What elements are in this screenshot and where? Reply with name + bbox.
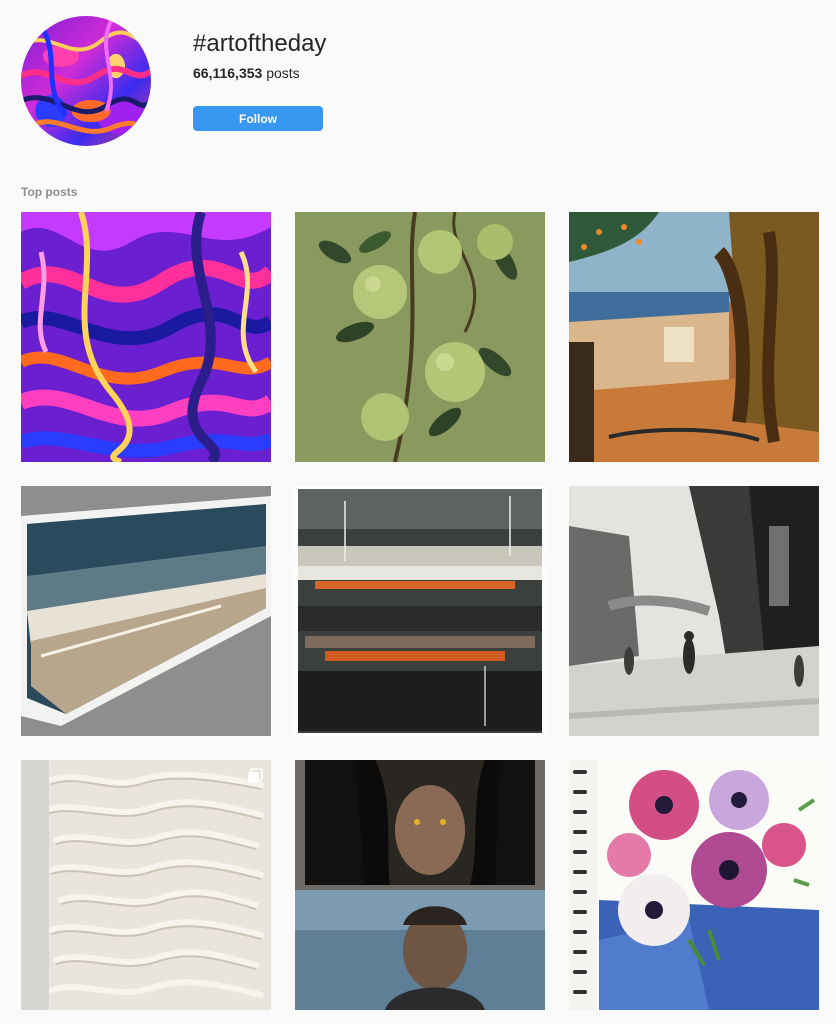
top-posts-heading: Top posts [21, 185, 78, 199]
post-count-label: posts [266, 65, 300, 81]
follow-button[interactable]: Follow [193, 106, 323, 131]
post-portrait-collage[interactable] [295, 760, 545, 1010]
hashtag-header: #artoftheday 66,116,353 posts Follow [0, 0, 836, 170]
post-green-apples[interactable] [295, 212, 545, 462]
post-count: 66,116,353 posts [193, 65, 300, 81]
post-street-watercolor[interactable] [569, 486, 819, 736]
post-abstract-horizon[interactable] [295, 486, 545, 736]
hashtag-avatar [21, 16, 151, 146]
post-calligraphy-relief[interactable] [21, 760, 271, 1010]
post-count-number: 66,116,353 [193, 65, 263, 81]
post-mediterranean-landscape[interactable] [569, 212, 819, 462]
post-abstract-fluid[interactable] [21, 212, 271, 462]
hashtag-title: #artoftheday [193, 30, 327, 57]
post-framed-seascape[interactable] [21, 486, 271, 736]
post-anemone-flowers[interactable] [569, 760, 819, 1010]
multiple-images-icon [248, 768, 263, 783]
